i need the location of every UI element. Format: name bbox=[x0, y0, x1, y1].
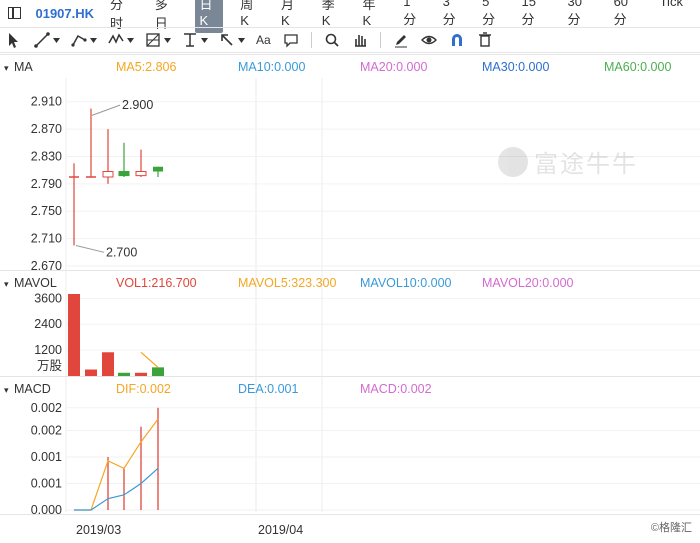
candle-body bbox=[135, 171, 147, 177]
cursor-icon[interactable] bbox=[5, 29, 23, 51]
indicator-value: MA5:2.806 bbox=[116, 60, 177, 74]
y-axis-tick-label: 0.001 bbox=[31, 450, 62, 464]
chevron-down-icon[interactable] bbox=[201, 37, 208, 43]
y-axis-tick-label: 2400 bbox=[34, 317, 62, 331]
indicator-value: MA10:0.000 bbox=[238, 60, 305, 74]
dea-line bbox=[74, 467, 159, 511]
stock-symbol[interactable]: 01907.HK bbox=[35, 6, 94, 21]
comment-icon[interactable] bbox=[282, 29, 300, 51]
x-axis-tick-label: 2019/03 bbox=[76, 523, 121, 537]
search-icon[interactable] bbox=[323, 29, 341, 51]
eye-icon[interactable] bbox=[420, 29, 438, 51]
volume-bar bbox=[102, 352, 114, 376]
volume-bar bbox=[152, 367, 164, 376]
high-callout-line bbox=[91, 104, 121, 116]
y-axis-tick-label: 2.790 bbox=[31, 177, 62, 191]
collapse-chevron-icon: ▾ bbox=[4, 63, 9, 73]
fib-tool-icon[interactable] bbox=[144, 29, 171, 51]
collapse-chevron-icon: ▾ bbox=[4, 279, 9, 289]
sidebar-toggle-icon[interactable] bbox=[8, 7, 22, 19]
indicator-value: DIF:0.002 bbox=[116, 382, 171, 396]
low-price-label: 2.700 bbox=[106, 245, 137, 259]
volume-bar bbox=[135, 372, 147, 376]
chevron-down-icon[interactable] bbox=[127, 37, 134, 43]
chevron-down-icon[interactable] bbox=[90, 37, 97, 43]
indicator-value: MAVOL5:323.300 bbox=[238, 276, 336, 290]
y-axis-tick-label: 1200 bbox=[34, 343, 62, 357]
x-axis-tick-label: 2019/04 bbox=[258, 523, 303, 537]
chevron-down-icon[interactable] bbox=[164, 37, 171, 43]
y-axis-tick-label: 3600 bbox=[34, 291, 62, 305]
y-axis-tick-label: 2.670 bbox=[31, 259, 62, 273]
panel-title: MACD bbox=[14, 382, 51, 396]
y-axis-tick-label: 2.710 bbox=[31, 232, 62, 246]
chevron-down-icon[interactable] bbox=[238, 37, 245, 43]
toolbar-divider bbox=[310, 32, 312, 48]
indicator-value: MA30:0.000 bbox=[482, 60, 549, 74]
y-axis-tick-label: 2.870 bbox=[31, 122, 62, 136]
top-bar: 01907.HK 分时 多日 日K 周K 月K 季K 年K 1分 3分 5分 15分 30分 60分 Ti… bbox=[0, 0, 700, 33]
indicator-value: MA60:0.000 bbox=[604, 60, 671, 74]
mavol5-line bbox=[140, 351, 159, 368]
watermark-logo-icon bbox=[498, 146, 528, 177]
low-callout-line bbox=[75, 244, 105, 253]
panel-title: MAVOL bbox=[14, 276, 57, 290]
line-tool-icon[interactable] bbox=[33, 29, 60, 51]
indicator-value: MA20:0.000 bbox=[360, 60, 427, 74]
indicator-value: MAVOL20:0.000 bbox=[482, 276, 574, 290]
collapse-chevron-icon: ▾ bbox=[4, 385, 9, 395]
text-tool-icon[interactable]: Aa bbox=[256, 29, 271, 51]
indicator-value: MACD:0.002 bbox=[360, 382, 432, 396]
high-price-label: 2.900 bbox=[122, 98, 153, 112]
watermark: 富途牛牛 bbox=[498, 144, 638, 179]
y-axis-tick-label: 2.750 bbox=[31, 204, 62, 218]
volume-bar bbox=[68, 294, 80, 376]
y-axis-tick-label: 0.002 bbox=[31, 401, 62, 415]
candle-body bbox=[102, 171, 114, 178]
drawing-toolbar: Aa bbox=[0, 27, 700, 53]
arrow-icon[interactable] bbox=[218, 29, 245, 51]
volume-bar bbox=[118, 372, 130, 376]
y-axis-tick-label: 2.910 bbox=[31, 95, 62, 109]
panel-title: MA bbox=[14, 60, 33, 74]
hand-icon[interactable] bbox=[351, 29, 369, 51]
indicator-value: VOL1:216.700 bbox=[116, 276, 197, 290]
watermark-text: 富途牛牛 bbox=[534, 151, 638, 178]
corner-credit: ©格隆汇 bbox=[650, 522, 692, 534]
y-axis-tick-label: 0.001 bbox=[31, 477, 62, 491]
horizontal-line-icon[interactable] bbox=[181, 29, 208, 51]
magnet-icon[interactable] bbox=[448, 29, 466, 51]
volume-bar bbox=[85, 369, 97, 376]
toolbar-divider bbox=[379, 32, 381, 48]
pen-icon[interactable] bbox=[392, 29, 410, 51]
candle-body bbox=[153, 166, 163, 172]
indicator-value: DEA:0.001 bbox=[238, 382, 299, 396]
y-axis-tick-label: 2.830 bbox=[31, 149, 62, 163]
y-axis-tick-label: 0.002 bbox=[31, 424, 62, 438]
candle-body bbox=[118, 171, 130, 177]
chevron-down-icon[interactable] bbox=[53, 37, 60, 43]
wave-tool-icon[interactable] bbox=[107, 29, 134, 51]
trash-icon[interactable] bbox=[476, 29, 494, 51]
polyline-tool-icon[interactable] bbox=[70, 29, 97, 51]
indicator-value: MAVOL10:0.000 bbox=[360, 276, 452, 290]
volume-unit-label: 万股 bbox=[37, 359, 63, 373]
chart-area[interactable]: ▾ MA MA5:2.806 MA10:0.000 MA20:0.000 MA30:0.0… bbox=[0, 54, 700, 543]
